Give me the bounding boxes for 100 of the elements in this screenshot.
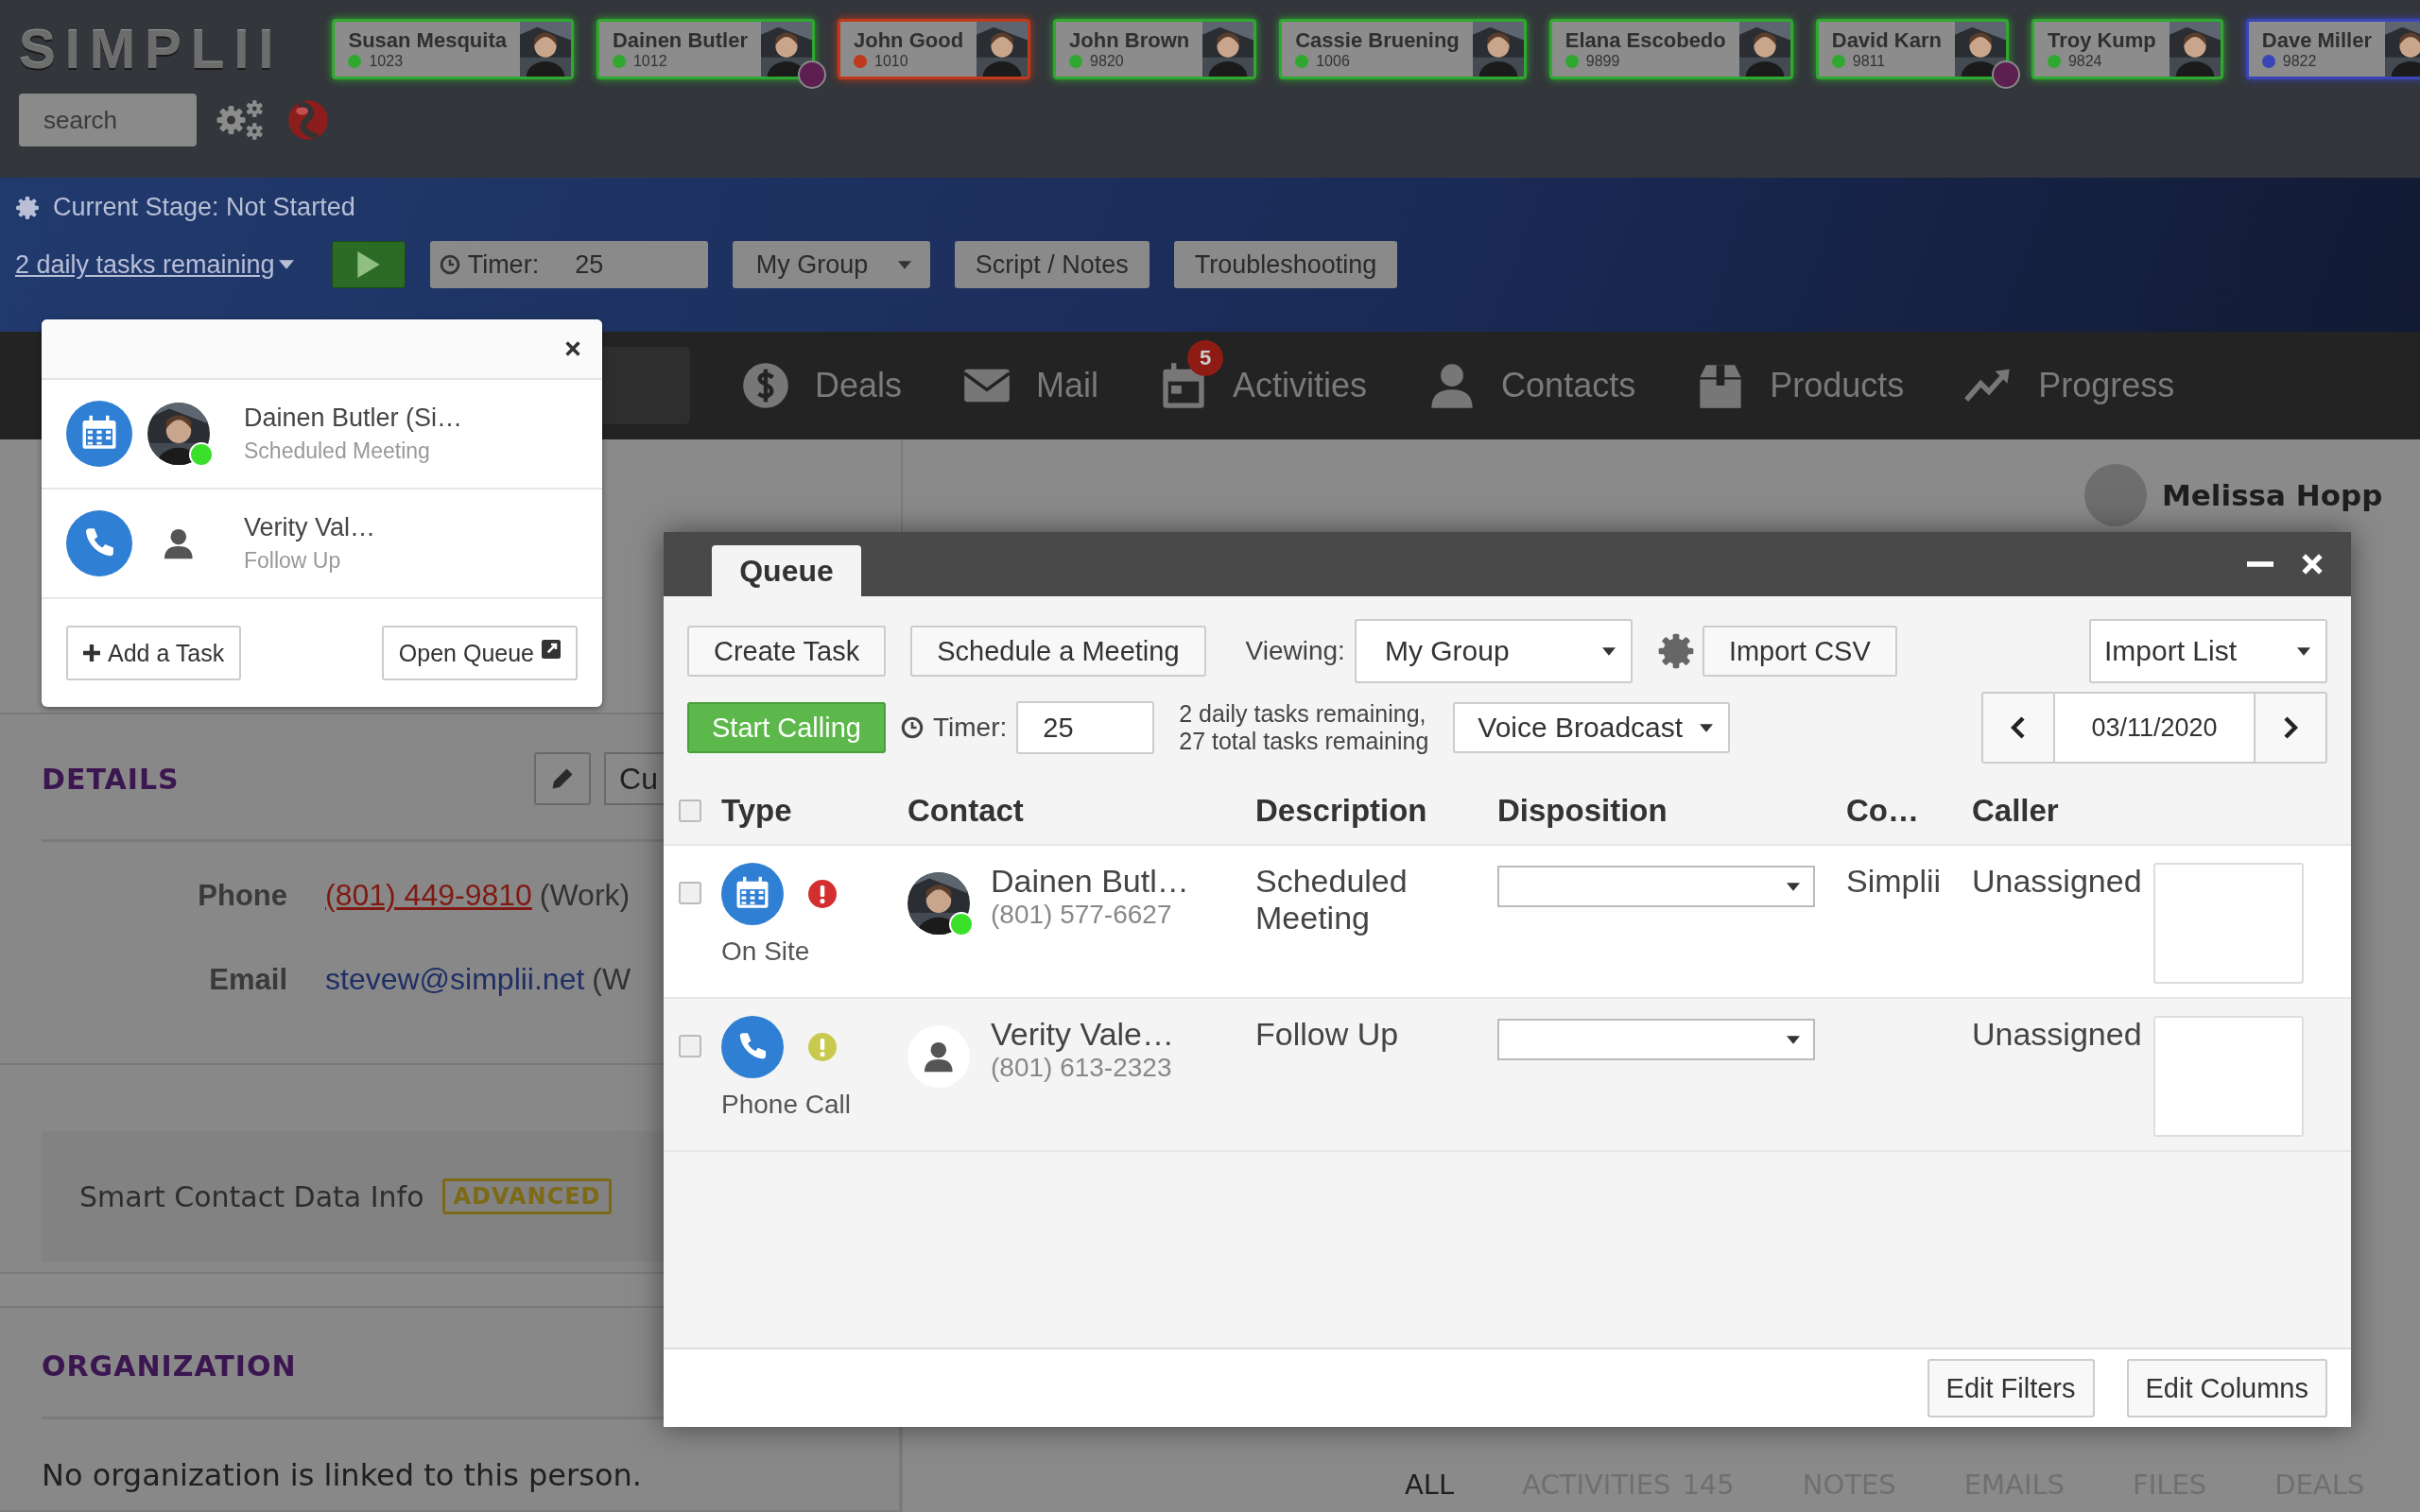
field-label: Phone — [197, 879, 287, 913]
contact-phone: (801) 613-2323 — [991, 1053, 1173, 1083]
agent-card[interactable]: Susan Mesquita 1023 — [332, 18, 574, 79]
current-stage: Current Stage: Not Started — [53, 193, 355, 222]
notes-field[interactable] — [2153, 863, 2304, 984]
smart-data-label: Smart Contact Data Info — [79, 1179, 424, 1213]
viewing-select[interactable]: My Group — [1354, 619, 1633, 683]
stage-button[interactable]: Script / Notes — [954, 241, 1150, 288]
custom-button[interactable]: Cu — [604, 752, 664, 805]
close-button[interactable] — [2302, 554, 2323, 575]
play-icon — [356, 251, 380, 278]
column-header[interactable]: Type — [721, 793, 908, 829]
dollar-icon — [741, 361, 790, 410]
settings-icon[interactable] — [1656, 632, 1695, 670]
company-cell-text: Simplii — [1846, 863, 1943, 900]
agent-name: John Brown — [1069, 27, 1190, 53]
close-icon — [2302, 554, 2323, 575]
caller-cell-text: Unassigned — [1972, 1016, 2143, 1053]
column-header[interactable]: Caller — [1972, 793, 2172, 829]
toolbar-button[interactable]: Schedule a Meeting — [910, 626, 1206, 677]
select-all-checkbox[interactable] — [679, 799, 701, 822]
extension: 9899 — [1585, 52, 1620, 70]
logo[interactable]: SIMPLII — [19, 17, 284, 80]
edit-button[interactable] — [534, 752, 592, 805]
notes-field[interactable] — [2153, 1016, 2304, 1137]
task-item[interactable]: Verity Val… Follow Up — [42, 490, 602, 599]
agent-card[interactable]: John Good 1010 — [838, 18, 1031, 79]
calendar-icon — [721, 863, 784, 925]
phone-link[interactable]: (801) 449-9810 — [325, 878, 532, 913]
extension: 9824 — [2067, 52, 2102, 70]
footer-button[interactable]: Edit Filters — [1927, 1359, 2095, 1418]
caret-icon — [1787, 882, 1800, 891]
extension: 9820 — [1090, 52, 1124, 70]
search-field[interactable]: search — [19, 94, 197, 146]
contact-name[interactable]: Verity Vale… — [991, 1016, 1174, 1053]
nav-item[interactable]: Products — [1696, 361, 1905, 410]
phone-icon — [66, 510, 132, 576]
tasks-remaining-text: 2 daily tasks remaining, — [1179, 700, 1427, 728]
organization-message: No organization is linked to this person. — [42, 1457, 643, 1493]
import-list-select[interactable]: Import List — [2089, 619, 2327, 683]
plus-icon — [83, 644, 100, 662]
agent-name: Dave Miller — [2261, 27, 2372, 53]
caret-icon — [2297, 646, 2310, 656]
agent-name: David Karn — [1831, 27, 1942, 53]
timer-field[interactable]: Timer: 25 — [429, 241, 708, 288]
column-header[interactable]: Contact — [908, 793, 1255, 829]
play-button[interactable] — [331, 241, 406, 288]
clock-icon — [900, 716, 924, 739]
contact-name[interactable]: Dainen Butl… — [991, 863, 1189, 900]
field-note: (Work) — [539, 878, 631, 913]
contact-phone: (801) 577-6627 — [991, 900, 1173, 930]
agent-card[interactable]: Troy Kump 9824 — [2031, 18, 2223, 79]
tab[interactable]: ALL — [1405, 1469, 1455, 1501]
caret-icon — [1700, 723, 1714, 732]
footer-button[interactable]: Edit Columns — [2126, 1359, 2327, 1418]
nav-item[interactable]: Mail — [962, 361, 1099, 410]
timer-field[interactable]: 25 — [1016, 701, 1155, 754]
nav-item[interactable]: Contacts — [1427, 361, 1636, 410]
field-note: (W — [592, 962, 631, 997]
start-calling-button[interactable]: Start Calling — [687, 702, 886, 753]
email-link[interactable]: stevew@simplii.net — [325, 962, 585, 997]
row-checkbox[interactable] — [679, 1035, 701, 1057]
agent-card[interactable]: Cassie Bruening 1006 — [1279, 18, 1527, 79]
agent-card[interactable]: David Karn 9811 — [1815, 18, 2009, 79]
task-description: Follow Up — [244, 548, 342, 574]
extension: 9822 — [2282, 52, 2317, 70]
agent-name: Troy Kump — [2047, 27, 2156, 53]
queue-tab[interactable]: Queue — [712, 545, 861, 596]
agent-card[interactable]: Dainen Butler 1012 — [596, 18, 815, 79]
tasks-remaining-link[interactable]: 2 daily tasks remaining — [15, 249, 294, 280]
task-type: Phone Call — [721, 1090, 852, 1120]
group-select[interactable]: My Group — [732, 241, 930, 288]
column-header[interactable]: Co… — [1846, 793, 1972, 829]
agent-card[interactable]: Dave Miller 9822 — [2245, 18, 2420, 79]
task-item[interactable]: Dainen Butler (Si… Scheduled Meeting — [42, 380, 602, 490]
timer-label: Timer: — [932, 713, 1008, 743]
row-checkbox[interactable] — [679, 882, 701, 904]
add-task-button[interactable]: Add a Task — [66, 626, 242, 680]
nav-item[interactable]: Progress — [1964, 361, 2175, 410]
toolbar-button[interactable]: Create Task — [687, 626, 887, 677]
agent-name: John Good — [854, 27, 964, 53]
open-queue-button[interactable]: Open Queue — [381, 626, 578, 680]
agent-card[interactable]: John Brown 9820 — [1053, 18, 1257, 79]
settings-icon[interactable] — [15, 195, 40, 220]
agent-name: Susan Mesquita — [348, 27, 507, 53]
broadcast-select[interactable]: Voice Broadcast — [1453, 702, 1731, 753]
field-label: Email — [208, 963, 287, 997]
caret-icon — [1787, 1035, 1800, 1044]
stage-button[interactable]: Troubleshooting — [1173, 241, 1398, 288]
import-csv-button[interactable]: Import CSV — [1702, 626, 1897, 677]
column-header[interactable]: Disposition — [1497, 793, 1846, 829]
tasks-remaining-text: 27 total tasks remaining — [1179, 728, 1429, 755]
agent-card[interactable]: Elana Escobedo 9899 — [1548, 18, 1793, 79]
extension: 1023 — [369, 52, 404, 70]
phone-icon — [721, 1016, 784, 1078]
agent-name: Elana Escobedo — [1564, 27, 1726, 53]
nav-item[interactable]: Deals — [741, 361, 903, 410]
clock-icon — [439, 254, 460, 275]
agent-name: Dainen Butler — [612, 27, 748, 53]
column-header[interactable]: Description — [1255, 793, 1497, 829]
